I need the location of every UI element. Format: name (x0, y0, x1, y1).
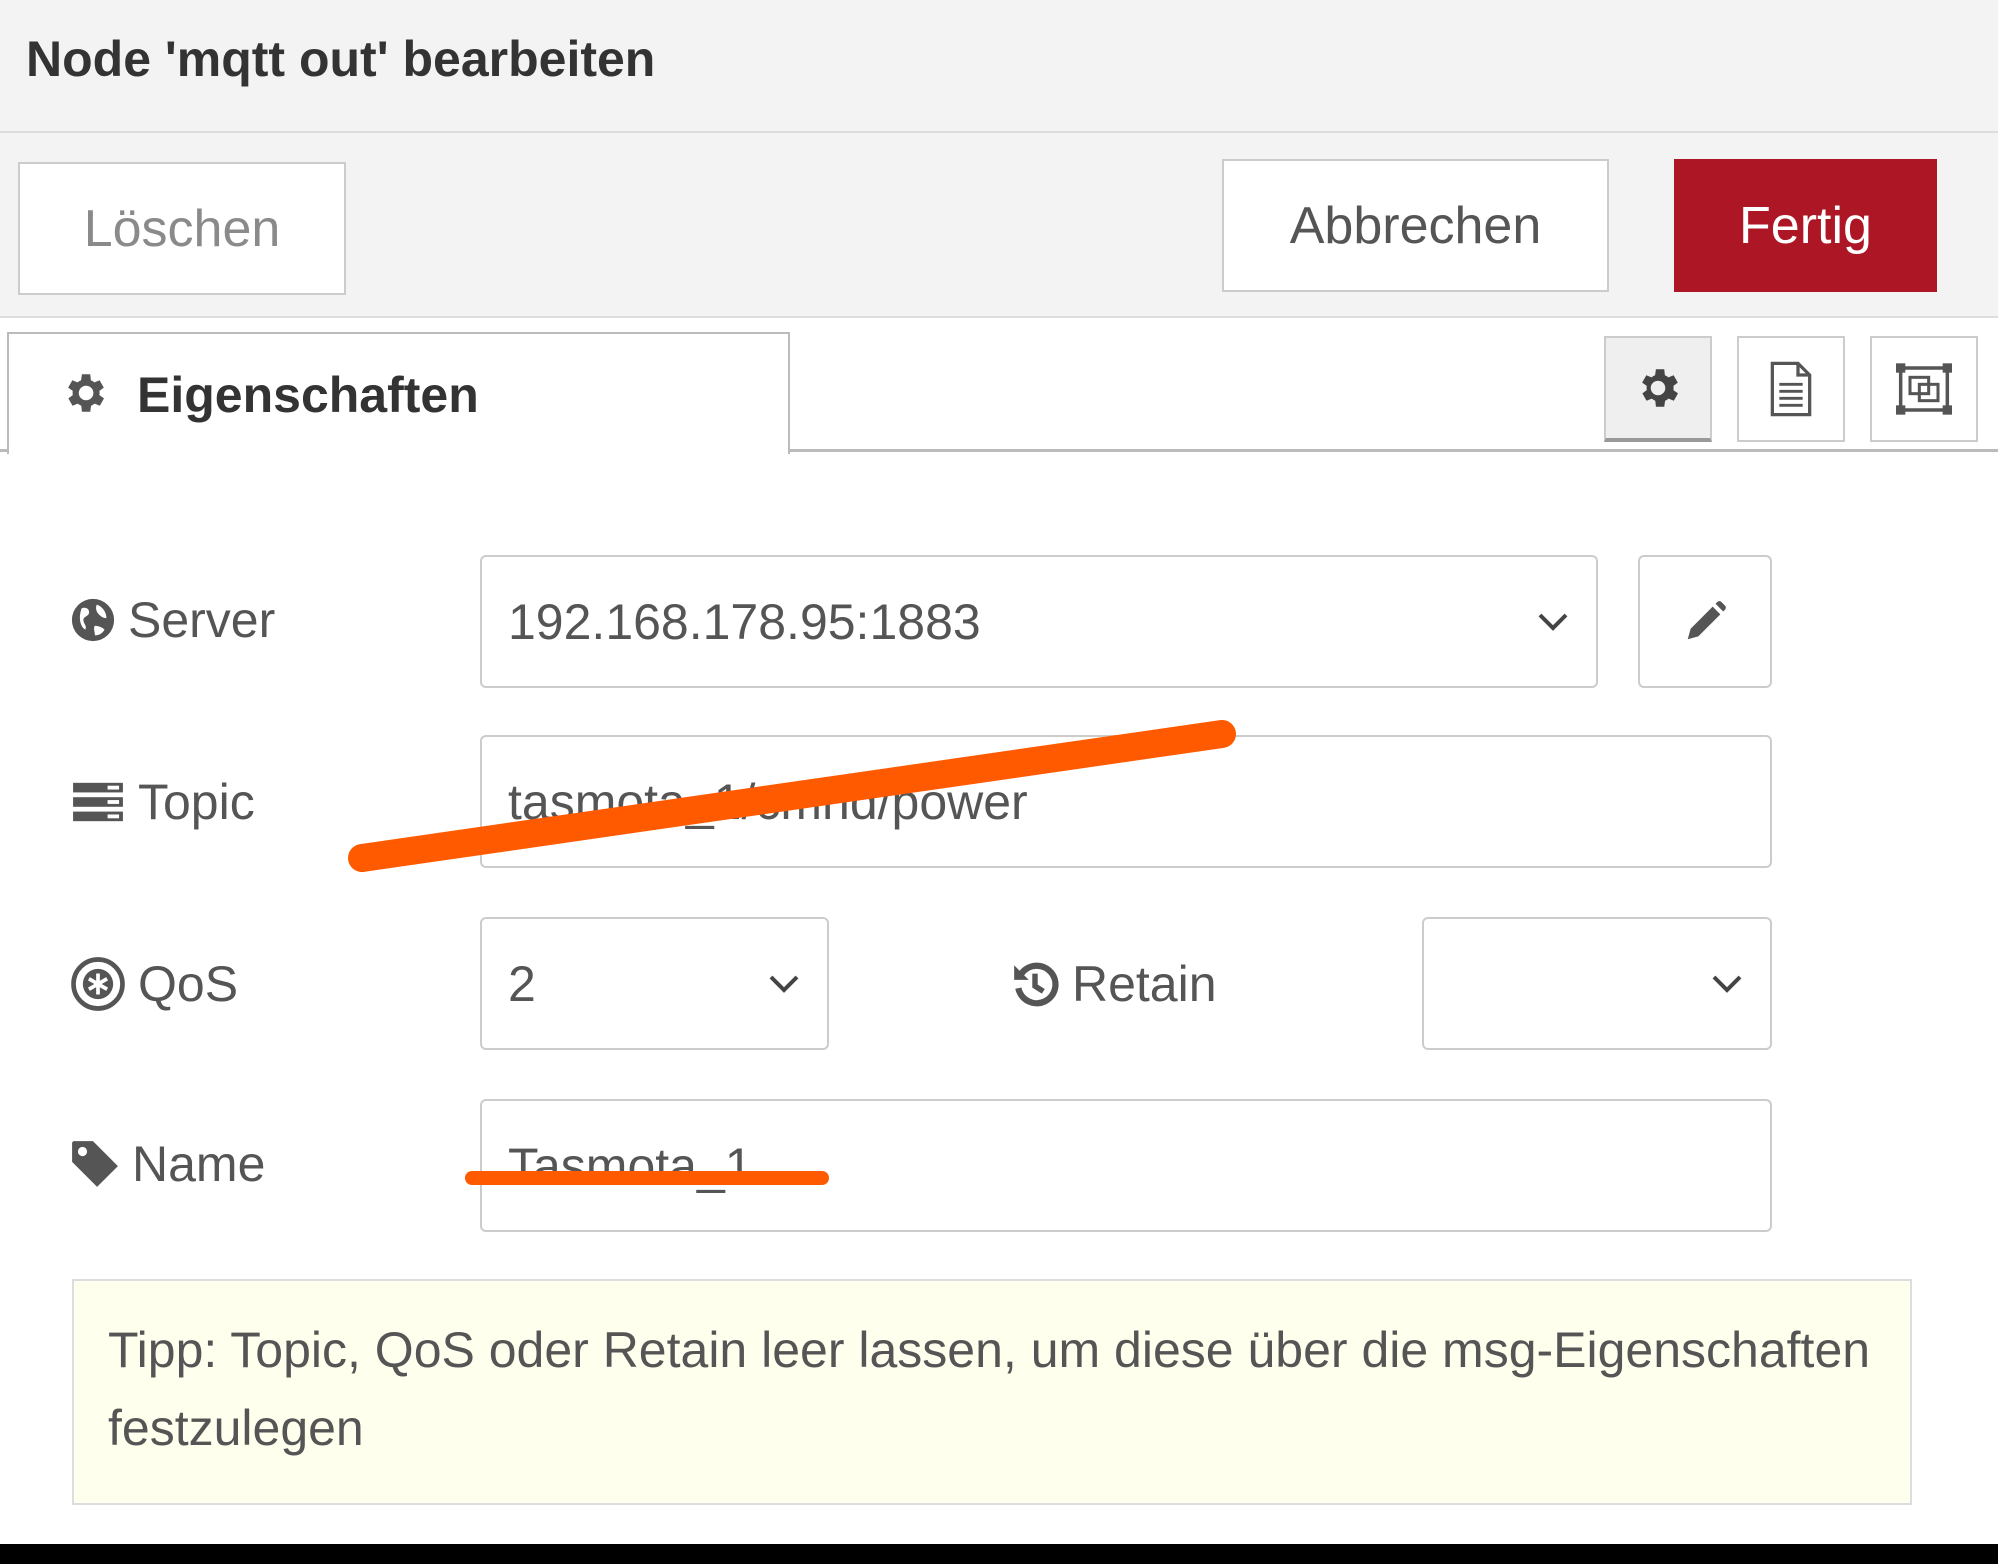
description-tab-button[interactable] (1737, 336, 1845, 442)
edit-node-dialog: Node 'mqtt out' bearbeiten Löschen Abbre… (0, 0, 1998, 1544)
delete-button[interactable]: Löschen (18, 162, 346, 295)
tag-icon (72, 1141, 118, 1187)
tab-bar: Eigenschaften (0, 318, 1998, 454)
chevron-down-icon (1712, 975, 1742, 993)
qos-select[interactable]: 2 (480, 917, 829, 1050)
retain-label: Retain (1010, 955, 1217, 1013)
topic-label-text: Topic (138, 774, 255, 830)
server-select[interactable]: 192.168.178.95:1883 (480, 555, 1598, 688)
server-label: Server (70, 591, 275, 649)
tasks-icon (73, 782, 123, 822)
name-input[interactable]: Tasmota_1 (480, 1099, 1772, 1232)
chevron-down-icon (769, 975, 799, 993)
object-group-icon (1896, 363, 1952, 415)
topic-label: Topic (70, 773, 255, 831)
pencil-icon (1687, 600, 1726, 639)
tab-properties[interactable]: Eigenschaften (7, 332, 790, 454)
name-value: Tasmota_1 (508, 1137, 753, 1194)
name-label: Name (70, 1135, 265, 1193)
qos-icon (71, 957, 125, 1011)
cancel-button[interactable]: Abbrechen (1222, 159, 1609, 292)
topic-input[interactable]: tasmota_1/cmnd/power (480, 735, 1772, 868)
dialog-title: Node 'mqtt out' bearbeiten (26, 31, 656, 87)
qos-label-text: QoS (138, 956, 239, 1012)
name-label-text: Name (132, 1136, 266, 1192)
edit-server-button[interactable] (1638, 555, 1772, 688)
gear-icon (1642, 369, 1678, 407)
retain-select[interactable] (1422, 917, 1772, 1050)
globe-icon (71, 598, 115, 642)
server-label-text: Server (128, 592, 276, 648)
file-text-icon (1770, 361, 1812, 417)
button-tray: Löschen Abbrechen Fertig (0, 133, 1998, 318)
tab-properties-label: Eigenschaften (137, 367, 479, 423)
server-value: 192.168.178.95:1883 (508, 593, 981, 650)
gear-icon (68, 374, 104, 412)
history-icon (1014, 962, 1059, 1007)
retain-label-text: Retain (1072, 956, 1217, 1012)
qos-value: 2 (508, 955, 536, 1012)
tip-text: Tipp: Topic, QoS oder Retain leer lassen… (108, 1322, 1871, 1456)
topic-value: tasmota_1/cmnd/power (508, 773, 1028, 830)
qos-label: QoS (70, 955, 238, 1013)
chevron-down-icon (1538, 613, 1568, 631)
dialog-header: Node 'mqtt out' bearbeiten (0, 0, 1998, 133)
settings-tab-button[interactable] (1604, 336, 1712, 442)
done-button[interactable]: Fertig (1674, 159, 1937, 292)
tip-box: Tipp: Topic, QoS oder Retain leer lassen… (72, 1279, 1912, 1505)
appearance-tab-button[interactable] (1870, 336, 1978, 442)
